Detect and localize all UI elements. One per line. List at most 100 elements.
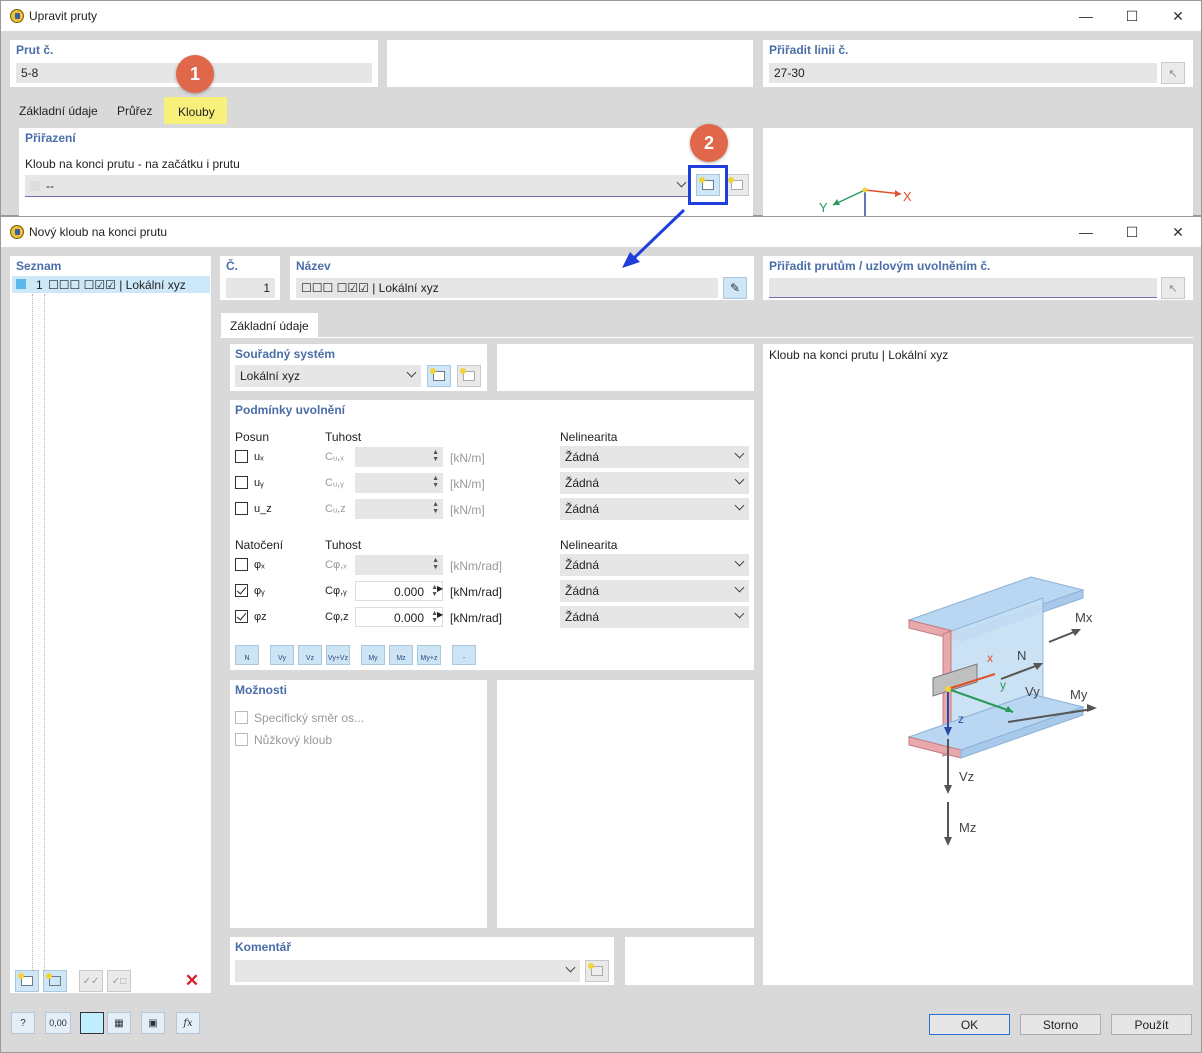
preview-n-label: N xyxy=(1017,648,1027,663)
number-label: Č. xyxy=(226,259,238,273)
hinge-select[interactable]: -- xyxy=(25,175,691,197)
ux-nonlin-select[interactable]: Žádná xyxy=(560,446,749,468)
tab-section[interactable]: Průřez xyxy=(109,99,160,123)
view-icon[interactable]: ▣ xyxy=(141,1012,165,1034)
release-none-button[interactable]: - xyxy=(452,645,476,665)
uz-checkbox[interactable] xyxy=(235,502,248,515)
number-field[interactable]: 1 xyxy=(226,278,275,298)
release-panel: Podmínky uvolnění Posun Tuhost Nelineari… xyxy=(230,400,754,670)
phiz-nonlin-select[interactable]: Žádná xyxy=(560,606,749,628)
hinge-preview-graphic xyxy=(907,576,1097,846)
name-label: Název xyxy=(296,259,331,273)
list-label: Seznam xyxy=(16,259,62,273)
list-new-button[interactable] xyxy=(15,970,39,992)
list-item-number: 1 xyxy=(36,278,43,292)
release-vz-button[interactable]: Vz xyxy=(298,645,322,665)
phiz-unit: [kNm/rad] xyxy=(450,611,503,625)
release-myz-button[interactable]: My+z xyxy=(417,645,441,665)
edit-name-button[interactable]: ✎ xyxy=(723,277,747,299)
new-hinge-dialog: Nový kloub na konci prutu — ☐ ✕ Seznam 1… xyxy=(0,216,1202,1053)
minimize-icon[interactable]: — xyxy=(1063,1,1109,31)
phix-checkbox[interactable] xyxy=(235,558,248,571)
spin-arrows-icon: ▲ ▼ xyxy=(432,475,439,489)
formula-icon[interactable]: fx xyxy=(176,1012,200,1034)
coord-blank-panel xyxy=(497,344,754,391)
phiz-spin-right-icon[interactable]: ▶ xyxy=(437,610,443,619)
coord-value: Lokální xyz xyxy=(240,369,301,383)
list-check-button[interactable]: ✓✓ xyxy=(79,970,103,992)
comment-select[interactable] xyxy=(235,960,580,982)
dialog-close-icon[interactable]: ✕ xyxy=(1155,217,1201,247)
edit-coord-button[interactable] xyxy=(457,365,481,387)
filter-icon[interactable]: ▦ xyxy=(107,1012,131,1034)
uy-checkbox[interactable] xyxy=(235,476,248,489)
ux-stiffness-field[interactable]: ▲ ▼ xyxy=(355,447,443,467)
release-vyvz-button[interactable]: Vy+Vz xyxy=(326,645,350,665)
specific-direction-checkbox[interactable] xyxy=(235,711,248,724)
uz-nonlin-select[interactable]: Žádná xyxy=(560,498,749,520)
coord-panel: Souřadný systém Lokální xyz xyxy=(230,344,487,391)
units-display[interactable]: 0,00 xyxy=(45,1012,71,1034)
phix-stiffness-field[interactable]: ▲ ▼ xyxy=(355,555,443,575)
uz-stiffness-field[interactable]: ▲ ▼ xyxy=(355,499,443,519)
phiz-checkbox[interactable] xyxy=(235,610,248,623)
phiy-stiffness-field[interactable]: 0.000 ▲ ▼ xyxy=(355,581,443,601)
tab-hinges[interactable]: Klouby xyxy=(164,97,227,124)
comment-label: Komentář xyxy=(235,940,292,954)
phiy-stiffness-label: Cφ,ᵧ xyxy=(325,585,347,597)
close-icon[interactable]: ✕ xyxy=(1155,1,1201,31)
cancel-button[interactable]: Storno xyxy=(1020,1014,1101,1035)
uy-nonlin-value: Žádná xyxy=(565,476,600,490)
dialog-minimize-icon[interactable]: — xyxy=(1063,217,1109,247)
spin-arrows-icon: ▲ ▼ xyxy=(432,449,439,463)
phiy-nonlin-select[interactable]: Žádná xyxy=(560,580,749,602)
list-item[interactable]: 1 ☐☐☐ ☐☑☑ | Lokální xyz xyxy=(12,276,210,293)
list-item-color xyxy=(16,279,26,289)
tab-basic-data[interactable]: Základní údaje xyxy=(221,313,318,338)
list-tree-lines xyxy=(32,294,33,984)
release-my-button[interactable]: My xyxy=(361,645,385,665)
scissor-hinge-label: Nůžkový kloub xyxy=(254,733,333,747)
release-mz-button[interactable]: Mz xyxy=(389,645,413,665)
maximize-icon[interactable]: ☐ xyxy=(1109,1,1155,31)
list-delete-button[interactable]: ✕ xyxy=(180,970,204,992)
dialog-maximize-icon[interactable]: ☐ xyxy=(1109,217,1155,247)
phix-nonlin-select[interactable]: Žádná xyxy=(560,554,749,576)
ok-button[interactable]: OK xyxy=(929,1014,1010,1035)
edit-hinge-button[interactable] xyxy=(725,174,749,196)
coord-select[interactable]: Lokální xyz xyxy=(235,365,421,387)
comment-copy-button[interactable] xyxy=(585,960,609,982)
tab-basic[interactable]: Základní údaje xyxy=(11,99,106,123)
new-coord-button[interactable] xyxy=(427,365,451,387)
scissor-hinge-checkbox[interactable] xyxy=(235,733,248,746)
assign-line-field[interactable]: 27-30 xyxy=(769,63,1157,83)
help-icon[interactable]: ? xyxy=(11,1012,35,1034)
number-panel: Č. 1 xyxy=(220,256,280,300)
phiy-unit: [kNm/rad] xyxy=(450,585,503,599)
apply-button[interactable]: Použít xyxy=(1111,1014,1192,1035)
name-field[interactable]: ☐☐☐ ☐☑☑ | Lokální xyz xyxy=(296,278,718,298)
assign-line-panel: Přiřadit linii č. 27-30 ↖ xyxy=(763,40,1193,87)
phiy-checkbox[interactable] xyxy=(235,584,248,597)
spin-arrows-icon: ▲ ▼ xyxy=(432,501,439,515)
color-toggle-icon[interactable] xyxy=(80,1012,104,1034)
list-copy-button[interactable] xyxy=(43,970,67,992)
phiz-stiffness-field[interactable]: 0.000 ▲ ▼ xyxy=(355,607,443,627)
assign-members-field[interactable] xyxy=(769,278,1157,298)
release-label: Podmínky uvolnění xyxy=(235,403,346,417)
preview-mz-label: Mz xyxy=(959,820,977,835)
pick-members-button[interactable]: ↖ xyxy=(1161,277,1185,299)
ux-checkbox[interactable] xyxy=(235,450,248,463)
list-uncheck-button[interactable]: ✓□ xyxy=(107,970,131,992)
release-n-button[interactable]: N xyxy=(235,645,259,665)
release-vy-button[interactable]: Vy xyxy=(270,645,294,665)
ux-nonlin-value: Žádná xyxy=(565,450,600,464)
pick-line-button[interactable]: ↖ xyxy=(1161,62,1185,84)
uy-nonlin-select[interactable]: Žádná xyxy=(560,472,749,494)
outer-title: Upravit pruty xyxy=(29,9,98,23)
phiy-spin-right-icon[interactable]: ▶ xyxy=(437,584,443,593)
phix-stiffness-label: Cφ,ₓ xyxy=(325,559,347,571)
app-icon xyxy=(10,9,24,23)
preview-mx-label: Mx xyxy=(1075,610,1093,625)
uy-stiffness-field[interactable]: ▲ ▼ xyxy=(355,473,443,493)
